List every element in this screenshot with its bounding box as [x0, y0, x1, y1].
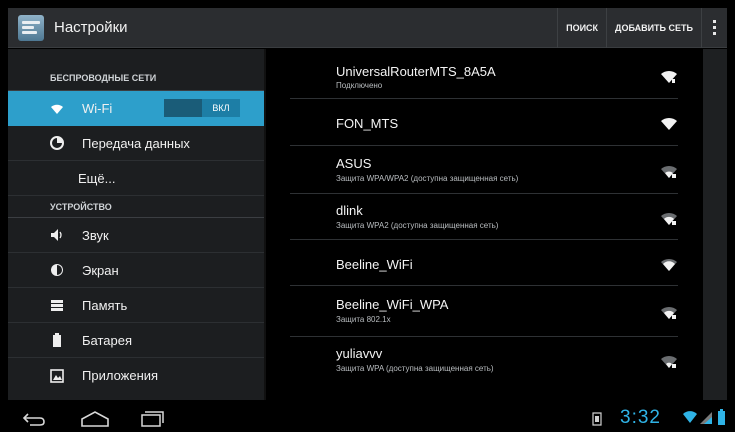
sidebar-item-label: Батарея: [82, 332, 133, 348]
action-bar: Настройки ПОИСК ДОБАВИТЬ СЕТЬ: [8, 7, 727, 48]
wifi-status-icon: [683, 411, 697, 423]
section-header-device: УСТРОЙСТВО: [8, 196, 264, 218]
network-name: UniversalRouterMTS_8A5A: [336, 64, 496, 79]
network-name: dlink: [336, 203, 363, 218]
recent-apps-icon[interactable]: [140, 411, 164, 427]
wifi-network-row[interactable]: ASUS Защита WPA/WPA2 (доступна защищенна…: [290, 147, 678, 194]
network-status: Защита 802.1x: [336, 315, 391, 324]
battery-icon: [53, 333, 61, 347]
network-name: Beeline_WiFi: [336, 257, 413, 272]
section-header-wireless: БЕСПРОВОДНЫЕ СЕТИ: [8, 49, 264, 91]
apps-icon: [50, 368, 64, 383]
wifi-signal-icon: [661, 70, 677, 83]
settings-app-icon[interactable]: [18, 14, 44, 41]
back-icon[interactable]: [22, 412, 46, 426]
wifi-network-row[interactable]: Beeline_WiFi_WPA Защита 802.1x: [290, 287, 678, 337]
sidebar-item-label: Ещё...: [78, 170, 116, 186]
wifi-network-row[interactable]: Beeline_WiFi: [290, 241, 678, 286]
wifi-icon: [51, 104, 63, 114]
network-status: Защита WPA (доступна защищенная сеть): [336, 364, 494, 373]
add-network-button[interactable]: ДОБАВИТЬ СЕТЬ: [606, 7, 701, 48]
wifi-network-row[interactable]: FON_MTS: [290, 100, 678, 146]
sidebar-item-battery[interactable]: Батарея: [8, 323, 264, 358]
cell-signal-icon: [700, 412, 712, 424]
wifi-network-row[interactable]: dlink Защита WPA2 (доступна защищенная с…: [290, 195, 678, 240]
network-name: ASUS: [336, 156, 372, 171]
search-button[interactable]: ПОИСК: [557, 7, 606, 48]
sidebar-item-label: Память: [82, 297, 128, 313]
wifi-lock-icon: [661, 212, 677, 225]
sidebar-item-label: Звук: [82, 227, 109, 243]
network-status: Подключено: [336, 81, 383, 90]
sidebar-item-label: Экран: [82, 262, 119, 278]
scroll-area[interactable]: [703, 49, 727, 400]
battery-status-icon: [718, 409, 725, 425]
sidebar-item-sound[interactable]: Звук: [8, 218, 264, 253]
settings-sidebar: БЕСПРОВОДНЫЕ СЕТИ Wi-Fi ВКЛ Передача дан…: [8, 49, 264, 400]
network-name: yuliavvv: [336, 346, 383, 361]
network-status: Защита WPA2 (доступна защищенная сеть): [336, 221, 499, 230]
storage-icon: [51, 300, 63, 311]
sidebar-item-label: Приложения: [82, 368, 159, 383]
sidebar-item-apps[interactable]: Приложения: [8, 358, 264, 393]
wifi-toggle-label: ВКЛ: [212, 103, 230, 113]
network-name: FON_MTS: [336, 116, 399, 131]
wifi-network-row[interactable]: UniversalRouterMTS_8A5A Подключено: [290, 49, 678, 99]
system-nav-bar: 3:32: [0, 402, 735, 432]
sidebar-item-wifi[interactable]: Wi-Fi ВКЛ: [8, 91, 264, 126]
status-clock: 3:32: [620, 407, 661, 428]
wifi-network-row[interactable]: yuliavvv Защита WPA (доступна защищенная…: [290, 338, 678, 386]
sidebar-item-screen[interactable]: Экран: [8, 253, 264, 288]
sidebar-item-label: Wi-Fi: [82, 101, 113, 116]
overflow-menu-icon[interactable]: [701, 7, 727, 48]
sidebar-item-more[interactable]: Ещё...: [8, 161, 264, 196]
sd-card-icon: [592, 412, 602, 426]
wifi-lock-icon: [661, 165, 677, 178]
speaker-icon: [51, 229, 62, 241]
network-name: Beeline_WiFi_WPA: [336, 297, 449, 312]
app-title: Настройки: [54, 19, 128, 36]
wifi-lock-icon: [661, 306, 677, 319]
wifi-lock-icon: [661, 355, 677, 368]
sidebar-item-storage[interactable]: Память: [8, 288, 264, 323]
wifi-signal-icon: [661, 117, 677, 130]
wifi-signal-icon: [661, 258, 677, 271]
home-icon[interactable]: [80, 411, 110, 427]
brightness-icon: [51, 264, 63, 276]
wifi-toggle-switch[interactable]: ВКЛ: [164, 99, 240, 117]
data-usage-icon: [50, 136, 64, 150]
network-status: Защита WPA/WPA2 (доступна защищенная сет…: [336, 174, 519, 183]
sidebar-item-label: Передача данных: [82, 135, 190, 151]
wifi-network-list: UniversalRouterMTS_8A5A Подключено FON_M…: [266, 49, 703, 400]
sidebar-item-data-usage[interactable]: Передача данных: [8, 126, 264, 161]
